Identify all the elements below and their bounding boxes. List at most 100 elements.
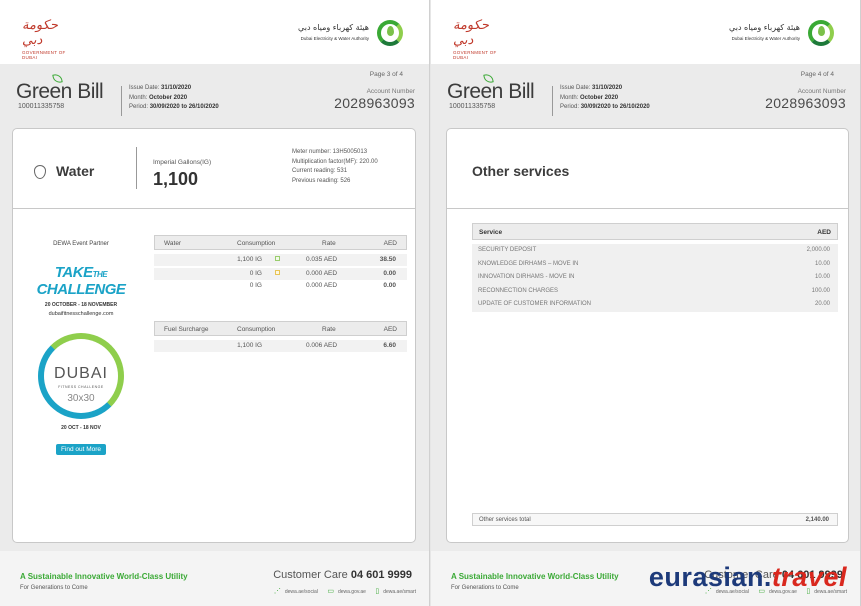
row-consumption: 1,100 IG: [237, 342, 262, 349]
watermark-part1: eurasian.: [648, 562, 772, 592]
row-service: SECURITY DEPOSIT: [478, 247, 537, 253]
col-aed: AED: [383, 326, 397, 333]
logo-band: حكومة دبي GOVERNMENT OF DUBAI هيئة كهربا…: [431, 0, 860, 64]
partner-label: DEWA Event Partner: [53, 241, 109, 247]
account-block: Account Number 2028963093: [334, 88, 415, 111]
row-aed: 38.50: [379, 256, 396, 263]
footer-link-social[interactable]: ⋰ dewa.ae/social: [274, 587, 318, 595]
month-label: Month:: [129, 94, 148, 101]
card-divider: [136, 147, 137, 189]
account-block: Account Number 2028963093: [765, 88, 846, 111]
amber-tier-icon: [275, 270, 280, 275]
total-label: Other services total: [479, 517, 531, 523]
meter-number: Meter number: 13H5005013: [292, 149, 368, 155]
issue-details: Issue Date: 31/10/2020 Month: October 20…: [560, 84, 650, 113]
ttc-challenge: CHALLENGE: [36, 281, 126, 298]
table-row: UPDATE OF CUSTOMER INFORMATION 20.00: [472, 298, 838, 312]
customer-care-label: Customer Care: [273, 569, 348, 581]
col-rate: Rate: [322, 240, 336, 247]
government-of-dubai-logo: حكومة دبي GOVERNMENT OF DUBAI: [453, 18, 513, 60]
table-row: KNOWLEDGE DIRHAMS – MOVE IN 10.00: [472, 257, 838, 271]
monitor-icon: ▭: [327, 588, 334, 595]
watermark-part2: travel: [771, 562, 847, 592]
dewa-arabic-name: هيئة كهرباء ومياه دبي: [298, 23, 369, 32]
footer-link-web[interactable]: ▭ dewa.gov.ae: [327, 587, 366, 595]
ttc-take: TAKE: [54, 264, 93, 281]
row-aed: 10.00: [814, 274, 830, 280]
period: 30/09/2020 to 26/10/2020: [580, 104, 650, 110]
green-bill-brand: Green Bill 100011335758: [16, 73, 104, 110]
dubai-fitness-challenge-logo: DUBAI FITNESS CHALLENGE 30x30: [38, 333, 124, 419]
bill-header: Page 3 of 4 Green Bill 100011335758 Issu…: [0, 64, 429, 128]
footer-link-label: dewa.ae/social: [284, 589, 318, 595]
footer-subline: For Generations to Come: [451, 585, 519, 591]
row-service: RECONNECTION CHARGES: [478, 287, 559, 294]
row-aed: 6.60: [383, 342, 396, 349]
row-consumption: 1,100 IG: [237, 256, 262, 263]
ttc-dates: 20 OCTOBER - 18 NOVEMBER: [44, 302, 118, 308]
other-services-header: Other services: [447, 129, 848, 209]
table-row: SECURITY DEPOSIT 2,000.00: [472, 244, 838, 258]
dfc-30x30: 30x30: [67, 393, 95, 404]
dfc-title: DUBAI: [54, 365, 108, 382]
water-table-header: Water Consumption Rate AED: [154, 235, 407, 250]
col-water: Water: [164, 240, 182, 247]
other-services-total-row: Other services total 2,140.00: [472, 513, 838, 526]
gov-logo-caption: GOVERNMENT OF DUBAI: [22, 50, 66, 60]
bill-page-3: حكومة دبي GOVERNMENT OF DUBAI هيئة كهربا…: [0, 0, 430, 606]
period-label: Period:: [129, 104, 149, 110]
customer-care: Customer Care 04 601 9999: [273, 569, 412, 581]
water-drop-icon: [34, 165, 46, 179]
fuel-table-header: Fuel Surcharge Consumption Rate AED: [154, 321, 407, 336]
footer-link-smart[interactable]: ▯ dewa.ae/smart: [375, 587, 416, 595]
bill-id: 100011335758: [18, 103, 65, 110]
header-divider: [552, 86, 553, 116]
account-number: 2028963093: [765, 95, 846, 111]
gov-logo-script: حكومة دبي: [22, 18, 58, 48]
dewa-drop-icon: [818, 26, 825, 36]
bill-header: Page 4 of 4 Green Bill 100011335758 Issu…: [431, 64, 860, 128]
brand-title: Green Bill: [16, 80, 104, 103]
services-table-header: Service AED: [472, 223, 838, 240]
footer-links: ⋰ dewa.ae/social ▭ dewa.gov.ae ▯ dewa.ae/sm…: [266, 587, 416, 595]
ig-label: Imperial Gallons(IG): [153, 159, 212, 166]
dfc-dates: 20 OCT - 18 NOV: [61, 425, 101, 431]
find-out-more-button[interactable]: Find out More: [55, 444, 107, 455]
dewa-english-name: Dubai Electricity & Water Authority: [731, 36, 800, 41]
period: 30/09/2020 to 26/10/2020: [149, 104, 219, 110]
customer-care-number[interactable]: 04 601 9999: [351, 569, 412, 581]
phone-icon: ▯: [375, 588, 380, 595]
row-rate: 0.006 AED: [306, 342, 338, 349]
dewa-drop-icon: [387, 26, 394, 36]
bill-id: 100011335758: [449, 103, 496, 110]
month: October 2020: [149, 94, 188, 101]
row-aed: 0.00: [383, 282, 396, 289]
row-service: INNOVATION DIRHAMS - MOVE IN: [478, 274, 575, 280]
water-charges-table: Water Consumption Rate AED 1,100 IG 0.03…: [154, 235, 407, 292]
event-partner-ad: DEWA Event Partner TAKETHE CHALLENGE 20 …: [31, 241, 131, 456]
row-aed: 100.00: [811, 287, 830, 294]
col-service: Service: [479, 229, 503, 236]
table-row: RECONNECTION CHARGES 100.00: [472, 284, 838, 298]
gov-logo-script: حكومة دبي: [453, 18, 489, 48]
green-tier-icon: [275, 256, 280, 261]
row-consumption: 0 IG: [249, 282, 262, 289]
dewa-arabic-name: هيئة كهرباء ومياه دبي: [729, 23, 800, 32]
col-consumption: Consumption: [237, 326, 276, 333]
dewa-english-name: Dubai Electricity & Water Authority: [300, 36, 369, 41]
issue-date: 31/10/2020: [592, 85, 623, 91]
row-service: UPDATE OF CUSTOMER INFORMATION: [478, 301, 592, 307]
col-rate: Rate: [322, 326, 336, 333]
footer-link-label: dewa.gov.ae: [337, 589, 366, 595]
footer-tagline: A Sustainable Innovative World-Class Uti…: [451, 572, 619, 581]
issue-date-label: Issue Date:: [129, 85, 160, 91]
bill-page-4: حكومة دبي GOVERNMENT OF DUBAI هيئة كهربا…: [431, 0, 861, 606]
header-divider: [121, 86, 122, 116]
page-number: Page 4 of 4: [800, 71, 834, 78]
ttc-the: THE: [92, 270, 108, 279]
previous-reading: Previous reading: 526: [292, 177, 351, 184]
row-aed: 2,000.00: [806, 247, 830, 253]
table-row: 0 IG 0.000 AED 0.00: [154, 268, 407, 280]
month: October 2020: [580, 94, 619, 101]
ttc-url[interactable]: dubaifitnesschallenge.com: [31, 311, 131, 317]
